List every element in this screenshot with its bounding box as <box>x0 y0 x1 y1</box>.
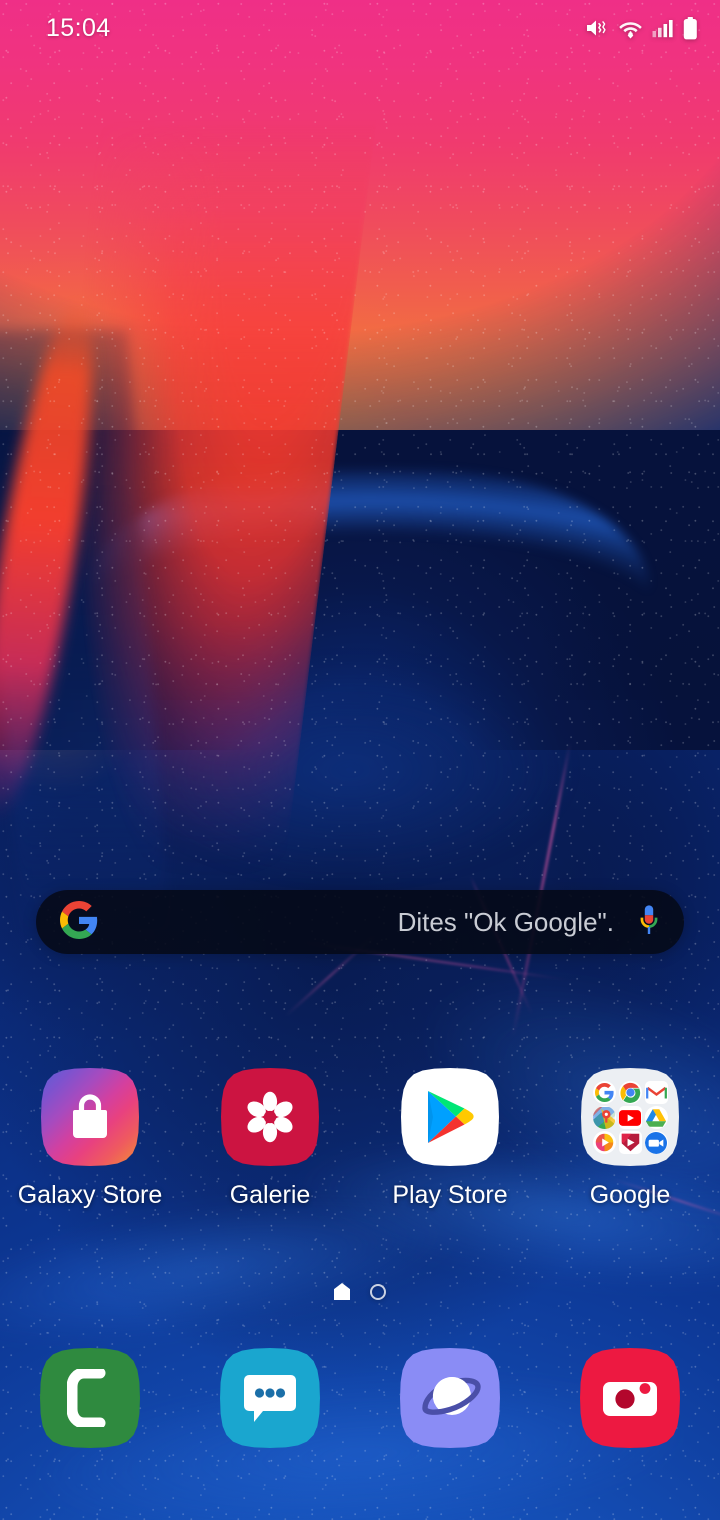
page-dot-2[interactable] <box>370 1283 386 1300</box>
app-grid: Galaxy Store Galerie Play Store Google <box>0 1068 720 1210</box>
gallery-flower-icon[interactable] <box>221 1068 319 1166</box>
mute-vibrate-icon <box>585 17 609 39</box>
status-clock: 15:04 <box>46 13 111 42</box>
google-g-icon <box>60 900 98 944</box>
app-label: Google <box>589 1181 671 1209</box>
mini-youtube-music-icon <box>618 1131 642 1154</box>
status-bar[interactable]: 15:04 <box>0 0 720 56</box>
search-placeholder: Dites "Ok Google". <box>397 906 614 937</box>
dock-app-messages[interactable] <box>180 1348 360 1448</box>
dock <box>0 1348 720 1448</box>
page-dot-home[interactable] <box>334 1283 350 1300</box>
mini-chrome-icon <box>618 1081 642 1104</box>
mini-youtube-icon <box>618 1106 642 1129</box>
samsung-internet-icon[interactable] <box>400 1348 500 1448</box>
camera-glyph-icon <box>580 1348 680 1448</box>
app-play-store[interactable]: Play Store <box>360 1068 540 1210</box>
app-label: Galerie <box>229 1181 311 1209</box>
dock-app-phone[interactable] <box>0 1348 180 1448</box>
google-search-bar[interactable]: Dites "Ok Google". <box>36 890 684 954</box>
galaxy-store-icon[interactable] <box>41 1068 139 1166</box>
microphone-icon[interactable] <box>636 903 662 942</box>
wifi-icon <box>618 17 643 39</box>
status-icons <box>585 16 698 40</box>
mini-duo-icon <box>644 1131 668 1154</box>
folder-preview-grid <box>581 1068 679 1166</box>
app-galaxy-store[interactable]: Galaxy Store <box>0 1068 180 1210</box>
battery-icon <box>683 16 698 40</box>
speech-bubble-icon <box>220 1348 320 1448</box>
dock-app-camera[interactable] <box>540 1348 720 1448</box>
play-store-icon[interactable] <box>401 1068 499 1166</box>
dock-app-internet[interactable] <box>360 1348 540 1448</box>
camera-icon[interactable] <box>580 1348 680 1448</box>
app-label: Galaxy Store <box>17 1181 163 1209</box>
app-galerie[interactable]: Galerie <box>180 1068 360 1210</box>
signal-bars-icon <box>652 18 674 38</box>
page-indicator[interactable] <box>0 1283 720 1300</box>
app-label: Play Store <box>392 1181 508 1209</box>
app-google-folder[interactable]: Google <box>540 1068 720 1210</box>
handset-glyph-icon <box>40 1348 140 1448</box>
mini-podcasts-icon <box>592 1131 616 1154</box>
messages-icon[interactable] <box>220 1348 320 1448</box>
flower-glyph-icon <box>221 1068 319 1166</box>
home-screen: 15:04 Dites "Ok Google". Galaxy Store Ga… <box>0 0 720 1520</box>
mini-maps-icon <box>592 1106 616 1129</box>
shopping-bag-icon <box>41 1068 139 1166</box>
mini-google-icon <box>592 1081 616 1104</box>
google-folder-icon[interactable] <box>581 1068 679 1166</box>
play-triangle-icon <box>401 1068 499 1166</box>
mini-gmail-icon <box>644 1081 668 1104</box>
phone-icon[interactable] <box>40 1348 140 1448</box>
planet-glyph-icon <box>400 1348 500 1448</box>
mini-drive-icon <box>644 1106 668 1129</box>
